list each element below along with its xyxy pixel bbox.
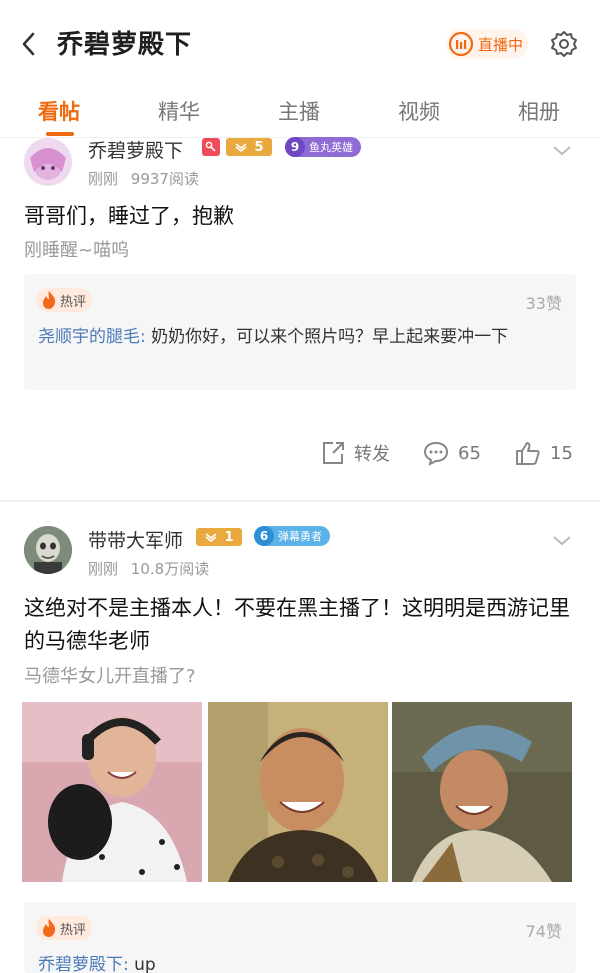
post-reads: 10.8万阅读	[130, 560, 210, 578]
hot-label: 热评	[60, 922, 87, 938]
back-arrow-icon[interactable]	[18, 30, 40, 58]
live-broadcast-icon	[448, 31, 474, 57]
like-count: 15	[550, 442, 573, 464]
level-badge: 1	[196, 528, 242, 546]
comment-body: 奶奶你好，可以来个照片吗？早上起来要冲一下	[151, 327, 509, 347]
hot-comment-text: 尧顺宇的腿毛: 奶奶你好，可以来个照片吗？早上起来要冲一下	[38, 324, 564, 350]
post-photo[interactable]	[22, 702, 202, 882]
tab-streamer[interactable]: 主播	[278, 96, 320, 126]
hot-comment-likes: 74赞	[525, 922, 562, 941]
tab-videos[interactable]: 视频	[398, 96, 440, 126]
share-button[interactable]: 转发	[320, 440, 390, 466]
post-actions: 转发 65 15	[0, 440, 600, 480]
photo-woman-with-headset	[22, 702, 202, 882]
live-label: 直播中	[478, 35, 524, 54]
avatar[interactable]	[24, 138, 72, 186]
post-card[interactable]: 乔碧萝殿下 5 9 鱼丸英雄 刚刚 9937阅读 哥哥们，睡过了，抱歉 刚睡醒~…	[0, 136, 600, 500]
photo-monk-costume	[392, 702, 572, 882]
fan-title: 弹幕勇者	[278, 530, 322, 543]
post-divider	[0, 500, 600, 502]
comment-author[interactable]: 尧顺宇的腿毛:	[38, 327, 146, 347]
tab-posts[interactable]: 看帖	[38, 96, 80, 126]
chevron-down-icon[interactable]	[552, 534, 572, 548]
comment-bubble-icon	[423, 441, 449, 466]
fan-badge: 9 鱼丸英雄	[285, 137, 361, 157]
hot-comment-likes: 33赞	[525, 294, 562, 313]
hot-comment-tag: 热评	[36, 288, 92, 312]
chevron-down-icon[interactable]	[552, 144, 572, 158]
hot-label: 热评	[60, 294, 87, 310]
level-number: 1	[224, 529, 234, 545]
admin-badge-icon	[202, 138, 220, 156]
comment-count: 65	[458, 442, 481, 464]
comment-author[interactable]: 乔碧萝殿下:	[38, 955, 129, 973]
hot-comment-text: 乔碧萝殿下: up	[38, 952, 564, 973]
post-subtext: 马德华女儿开直播了?	[24, 666, 196, 687]
post-text: 哥哥们，睡过了，抱歉	[24, 204, 234, 228]
post-text: 这绝对不是主播本人！不要在黑主播了！这明明是西游记里的马德华老师	[24, 596, 570, 653]
hot-comment-box[interactable]: 热评 33赞 尧顺宇的腿毛: 奶奶你好，可以来个照片吗？早上起来要冲一下	[24, 274, 576, 390]
post-time: 刚刚	[88, 170, 119, 188]
tab-featured[interactable]: 精华	[158, 96, 200, 126]
post-username[interactable]: 乔碧萝殿下	[88, 136, 183, 163]
share-icon	[323, 442, 344, 464]
photo-smiling-man	[208, 702, 388, 882]
thumbs-up-icon	[516, 442, 540, 465]
fan-level: 6	[254, 526, 274, 546]
page-title: 乔碧萝殿下	[57, 30, 193, 60]
post-photo[interactable]	[208, 702, 388, 882]
level-badge: 5	[226, 138, 272, 156]
fire-icon	[43, 919, 56, 937]
gear-icon[interactable]	[549, 29, 579, 59]
fire-icon	[43, 291, 56, 309]
like-button[interactable]: 15	[514, 440, 573, 466]
comment-button[interactable]: 65	[422, 440, 481, 466]
avatar[interactable]	[24, 526, 72, 574]
fan-level: 9	[285, 137, 305, 157]
post-photo[interactable]	[392, 702, 572, 882]
post-reads: 9937阅读	[130, 170, 199, 188]
share-label: 转发	[354, 444, 390, 465]
tab-album[interactable]: 相册	[518, 96, 560, 126]
fan-title: 鱼丸英雄	[309, 141, 353, 154]
comment-body: up	[134, 955, 156, 973]
live-status-button[interactable]: 直播中	[446, 29, 528, 59]
post-username[interactable]: 带带大军师	[88, 526, 183, 553]
hot-comment-box[interactable]: 热评 74赞 乔碧萝殿下: up	[24, 902, 576, 973]
anime-avatar-icon	[24, 138, 72, 186]
post-time: 刚刚	[88, 560, 119, 578]
hot-comment-tag: 热评	[36, 916, 92, 940]
fan-badge: 6 弹幕勇者	[254, 526, 330, 546]
masked-figure-avatar-icon	[24, 526, 72, 574]
post-subtext: 刚睡醒~喵呜	[24, 240, 130, 261]
top-bar: 乔碧萝殿下 直播中	[0, 0, 600, 82]
active-tab-indicator	[46, 132, 74, 136]
tab-bar: 看帖 精华 主播 视频 相册	[0, 82, 600, 138]
level-number: 5	[254, 139, 264, 155]
